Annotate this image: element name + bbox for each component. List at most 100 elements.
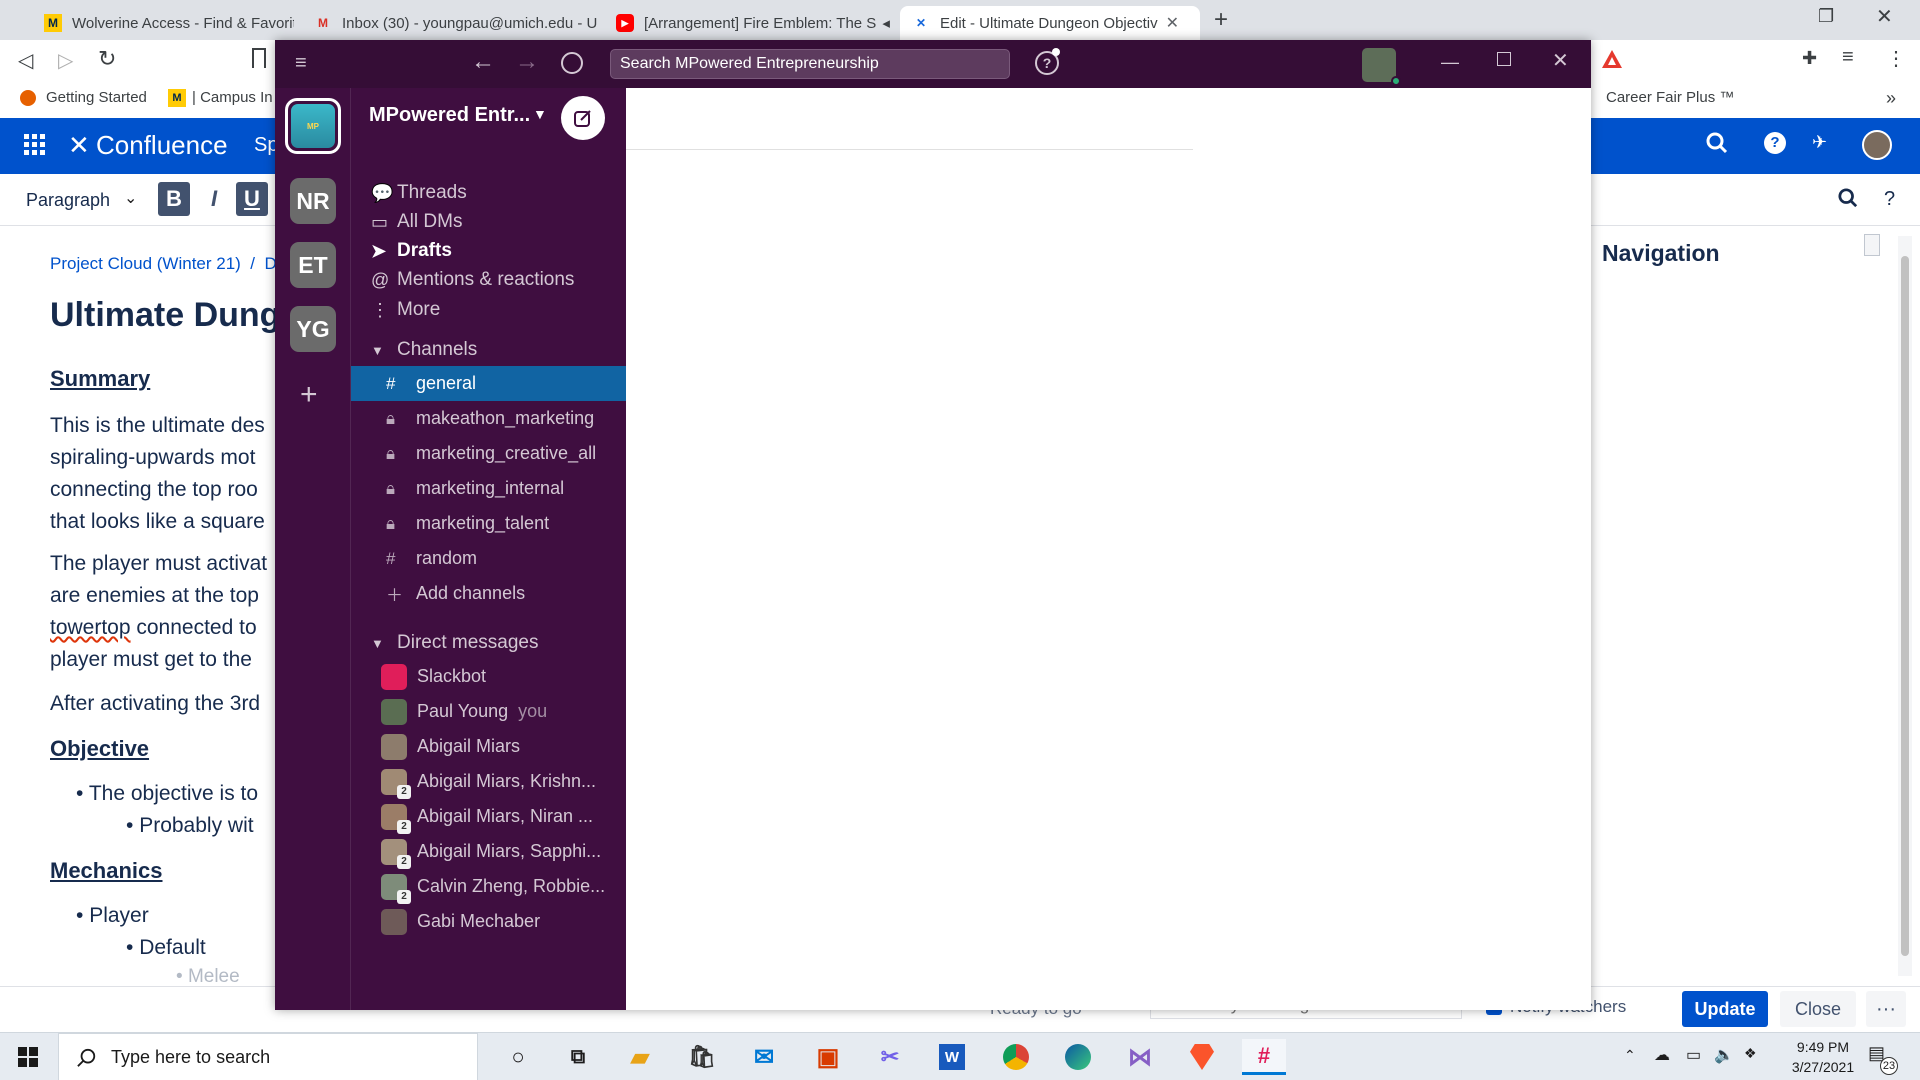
bullet-objective[interactable]: • The objective is to — [76, 782, 258, 806]
channel-makeathon-marketing[interactable]: 🔒︎ makeathon_marketing — [351, 401, 626, 436]
history-forward-icon[interactable]: → — [515, 48, 539, 76]
underline-button[interactable]: U — [236, 182, 268, 216]
channel-marketing-creative-all[interactable]: 🔒︎ marketing_creative_all — [351, 436, 626, 471]
user-avatar[interactable] — [1362, 48, 1396, 82]
channels-section-header[interactable]: ▼ Channels — [371, 333, 477, 367]
onedrive-icon[interactable]: ☁ — [1654, 1045, 1670, 1065]
browser-menu-icon[interactable]: ⋮ — [1886, 46, 1906, 71]
user-avatar[interactable] — [1862, 130, 1892, 160]
browser-tab[interactable]: M Wolverine Access - Find & Favorite Ur — [32, 6, 294, 40]
more-bookmarks-icon[interactable]: » — [1886, 88, 1896, 109]
add-channels[interactable]: ＋ Add channels — [351, 576, 626, 611]
nav-mentions[interactable]: @ Mentions & reactions — [371, 263, 574, 297]
workspace-nr[interactable]: NR — [290, 178, 336, 224]
bullet-melee[interactable]: • Melee — [176, 966, 240, 984]
dm-paul-young[interactable]: Paul Young you — [351, 694, 626, 729]
slack-search-input[interactable]: Search MPowered Entrepreneurship — [610, 49, 1010, 79]
word-icon[interactable]: W — [930, 1039, 974, 1075]
restore-window-icon[interactable]: ❐ — [1818, 6, 1834, 27]
dm-group[interactable]: 2 Abigail Miars, Niran ... — [351, 799, 626, 834]
slack-icon[interactable]: # — [1242, 1039, 1286, 1075]
close-window-icon[interactable]: ✕ — [1876, 4, 1893, 29]
compose-button[interactable] — [561, 96, 605, 140]
heading-objective[interactable]: Objective — [50, 736, 149, 762]
dm-group[interactable]: 2 Calvin Zheng, Robbie... — [351, 869, 626, 904]
bullet-default[interactable]: • Default — [126, 936, 206, 960]
browser-tab-active[interactable]: ✕ Edit - Ultimate Dungeon Objectiv ✕ — [900, 6, 1200, 40]
bullet-objective-sub[interactable]: • Probably wit — [126, 814, 254, 838]
snip-icon[interactable]: ✂ — [868, 1039, 912, 1075]
dm-group[interactable]: 2 Abigail Miars, Sapphi... — [351, 834, 626, 869]
heading-mechanics[interactable]: Mechanics — [50, 858, 163, 884]
panel-toggle-icon[interactable] — [1864, 234, 1880, 256]
forward-icon[interactable]: ▷ — [58, 48, 73, 73]
bold-button[interactable]: B — [158, 182, 190, 216]
visual-studio-icon[interactable]: ⋈ — [1118, 1039, 1162, 1075]
hamburger-menu-icon[interactable]: ≡ — [295, 52, 307, 75]
history-back-icon[interactable]: ← — [471, 48, 495, 76]
workspace-name[interactable]: MPowered Entr... — [369, 104, 530, 127]
close-icon[interactable]: ✕ — [1552, 48, 1569, 73]
more-options-icon[interactable]: ··· — [1866, 991, 1906, 1027]
dropbox-icon[interactable]: ❖ — [1744, 1045, 1757, 1062]
tray-chevron-icon[interactable]: ⌃ — [1624, 1047, 1636, 1064]
browser-tab[interactable]: ▶ [Arrangement] Fire Emblem: The S ◂ — [604, 6, 900, 40]
close-button[interactable]: Close — [1780, 991, 1856, 1027]
office-icon[interactable]: ▣ — [806, 1039, 850, 1075]
bookmark-item[interactable]: | Campus In — [192, 89, 273, 106]
reading-list-icon[interactable]: ≡ — [1842, 46, 1854, 69]
scrollbar-thumb[interactable] — [1901, 256, 1909, 956]
close-tab-icon[interactable]: ✕ — [1166, 13, 1179, 33]
nav-more[interactable]: ⋮ More — [371, 293, 440, 327]
chevron-down-icon[interactable]: ▼ — [533, 106, 547, 122]
confluence-brand[interactable]: Confluence — [96, 130, 228, 161]
maximize-icon[interactable] — [1497, 52, 1511, 66]
history-icon[interactable] — [561, 52, 583, 74]
page-scrollbar[interactable] — [1898, 236, 1912, 976]
paragraph-style-dropdown[interactable]: Paragraph — [26, 190, 110, 211]
extensions-icon[interactable]: ✚ — [1802, 48, 1817, 69]
bookmark-item[interactable]: Getting Started — [46, 89, 147, 106]
search-icon[interactable] — [1706, 132, 1728, 154]
clock[interactable]: 9:49 PM 3/27/2021 — [1778, 1037, 1868, 1077]
channel-marketing-internal[interactable]: 🔒︎ marketing_internal — [351, 471, 626, 506]
page-title[interactable]: Ultimate Dung — [50, 296, 280, 335]
summary-text[interactable]: This is the ultimate des spiraling-upwar… — [50, 410, 265, 538]
store-icon[interactable]: 🛍 — [680, 1039, 724, 1075]
battery-icon[interactable]: ▭ — [1686, 1045, 1701, 1065]
windows-start-icon[interactable] — [6, 1039, 50, 1075]
minimize-icon[interactable]: — — [1441, 52, 1459, 73]
channel-general[interactable]: # general — [351, 366, 626, 401]
help-icon[interactable]: ? — [1764, 132, 1786, 154]
browser-tab[interactable]: M Inbox (30) - youngpau@umich.edu - U — [302, 6, 602, 40]
dm-section-header[interactable]: ▼ Direct messages — [371, 626, 539, 660]
update-button[interactable]: Update — [1682, 991, 1768, 1027]
brave-rewards-icon[interactable] — [1600, 48, 1622, 70]
editor-help-icon[interactable]: ? — [1884, 188, 1895, 211]
bullet-player[interactable]: • Player — [76, 904, 149, 928]
add-workspace-icon[interactable]: + — [300, 378, 318, 412]
bookmark-item[interactable]: Career Fair Plus ™ — [1606, 89, 1734, 106]
italic-button[interactable]: I — [198, 182, 230, 216]
find-icon[interactable] — [1838, 188, 1858, 208]
app-switcher-icon[interactable] — [24, 134, 46, 156]
paragraph-3[interactable]: After activating the 3rd — [50, 692, 260, 716]
brave-icon[interactable] — [1180, 1039, 1224, 1075]
channel-marketing-talent[interactable]: 🔒︎ marketing_talent — [351, 506, 626, 541]
dm-abigail-miars[interactable]: Abigail Miars — [351, 729, 626, 764]
back-icon[interactable]: ◁ — [18, 48, 33, 73]
dm-slackbot[interactable]: Slackbot — [351, 659, 626, 694]
heading-summary[interactable]: Summary — [50, 366, 150, 392]
notifications-icon[interactable]: ✈ — [1812, 132, 1827, 153]
edge-icon[interactable] — [1056, 1039, 1100, 1075]
new-tab-icon[interactable]: + — [1214, 6, 1228, 34]
breadcrumb[interactable]: Project Cloud (Winter 21) / D — [50, 254, 277, 274]
mail-icon[interactable]: ✉ — [742, 1039, 786, 1075]
workspace-et[interactable]: ET — [290, 242, 336, 288]
dm-group[interactable]: 2 Abigail Miars, Krishn... — [351, 764, 626, 799]
paragraph-2[interactable]: The player must activat are enemies at t… — [50, 548, 267, 676]
workspace-mpowered[interactable]: MP — [285, 98, 341, 154]
taskbar-search-box[interactable]: Type here to search — [58, 1033, 478, 1080]
chrome-icon[interactable] — [994, 1039, 1038, 1075]
dm-gabi-mechaber[interactable]: Gabi Mechaber — [351, 904, 626, 939]
